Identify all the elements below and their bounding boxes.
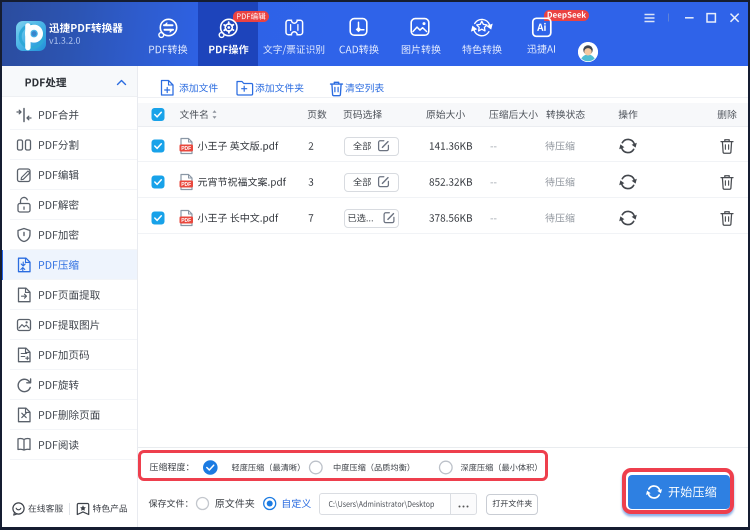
svg-text:PDF: PDF bbox=[181, 146, 191, 152]
svg-text:PDF: PDF bbox=[181, 218, 191, 224]
svg-text:PDF: PDF bbox=[181, 182, 191, 188]
